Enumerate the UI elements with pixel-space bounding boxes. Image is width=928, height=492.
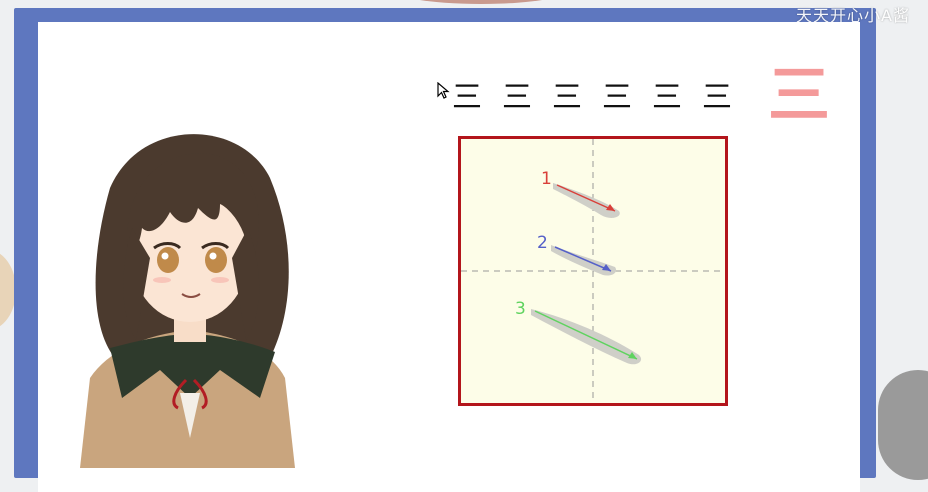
stroke-order-step: 三 (602, 80, 632, 115)
stroke-arrow-2 (554, 246, 612, 272)
stroke-order-step: 三 (502, 80, 532, 115)
stroke-order-step: 三 (702, 80, 732, 115)
stroke-order-step: 三 (652, 80, 682, 115)
stroke-order-sequence: 三 三 三 三 三 三 (452, 80, 742, 120)
stroke-number: 2 (537, 233, 548, 253)
stroke-arrow-3 (534, 310, 638, 360)
stroke-order-step: 三 (552, 80, 582, 115)
main-character: 三 (768, 58, 831, 131)
stroke-arrow-1 (556, 184, 616, 212)
girl-illustration (80, 134, 295, 468)
stroke-number: 3 (515, 299, 526, 319)
cursor-icon (437, 82, 450, 99)
stroke-order-step: 三 (452, 80, 482, 115)
writing-grid: 1 2 3 (458, 136, 728, 406)
background-decoration (386, 0, 576, 4)
stroke-number: 1 (541, 169, 552, 189)
